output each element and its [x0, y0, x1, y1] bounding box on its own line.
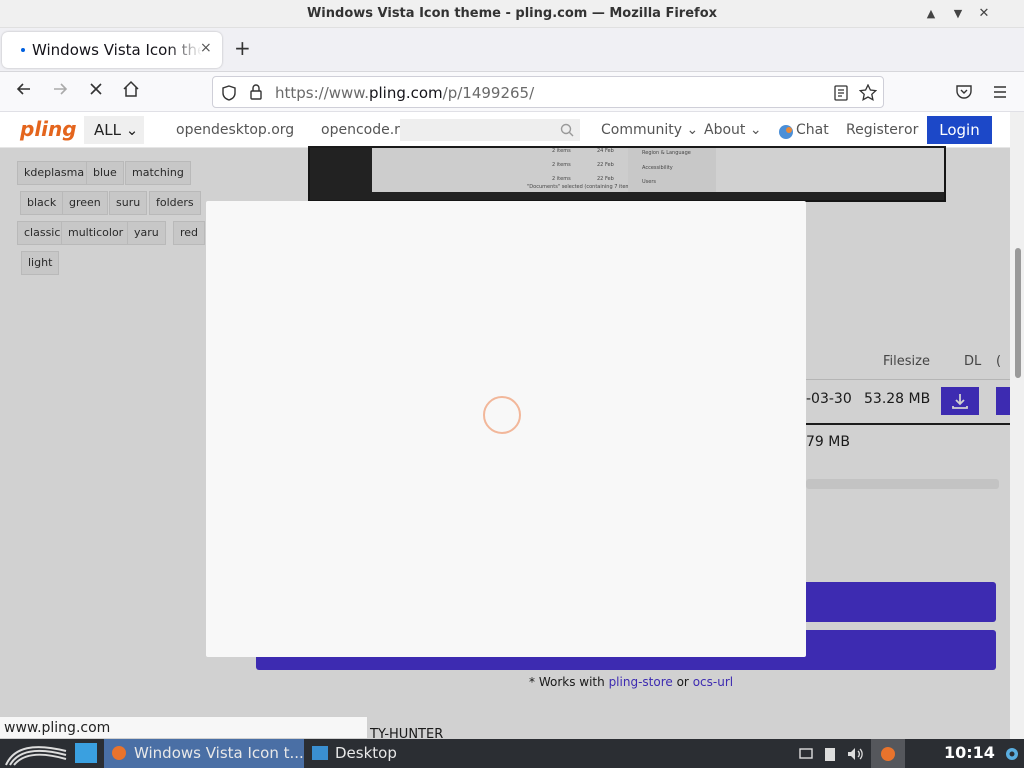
forward-button[interactable]	[48, 80, 72, 104]
taskbar-window-title: Desktop	[335, 744, 397, 762]
settings-gear-icon[interactable]	[1002, 744, 1022, 764]
web-page: pling ALL ⌄ opendesktop.org opencode.r C…	[0, 112, 1024, 739]
register-link[interactable]: Register	[846, 122, 904, 138]
taskbar-firefox-window[interactable]: Windows Vista Icon t...	[104, 739, 304, 768]
close-window-button[interactable]: ✕	[976, 6, 992, 22]
maximize-button[interactable]: ▼	[950, 6, 966, 22]
search-icon[interactable]	[560, 123, 574, 137]
forward-arrow-icon	[54, 83, 68, 95]
all-dropdown[interactable]: ALL ⌄	[84, 116, 144, 144]
taskbar-desktop-window[interactable]: Desktop	[306, 739, 456, 768]
window-title: Windows Vista Icon theme - pling.com — M…	[306, 6, 718, 21]
taskbar-window-title: Windows Vista Icon t...	[134, 744, 304, 762]
tab-active[interactable]: Windows Vista Icon theme - pling.com ×	[2, 32, 222, 68]
stop-x-icon	[90, 83, 102, 95]
show-desktop-icon[interactable]	[75, 743, 97, 763]
shield-icon[interactable]	[221, 85, 237, 101]
page-scrollbar[interactable]	[1010, 112, 1024, 739]
menu-community[interactable]: Community ⌄	[601, 122, 698, 138]
taskbar: Windows Vista Icon t... Desktop 10:14	[0, 739, 1024, 768]
link-opendesktop[interactable]: opendesktop.org	[176, 122, 294, 138]
pocket-icon[interactable]	[955, 83, 973, 101]
url-domain: pling.com	[368, 84, 443, 102]
scrollbar-thumb[interactable]	[1015, 248, 1021, 378]
menu-about[interactable]: About ⌄	[704, 122, 762, 138]
tab-title: Windows Vista Icon theme - pling.com	[32, 41, 202, 59]
login-button[interactable]: Login	[927, 116, 992, 144]
back-arrow-icon	[16, 83, 30, 95]
status-url-tooltip: www.pling.com	[0, 716, 368, 739]
url-prefix: https://www.	[275, 84, 369, 102]
loading-dot-icon	[21, 48, 25, 52]
back-button[interactable]	[12, 80, 36, 104]
start-menu-icon[interactable]	[4, 741, 68, 767]
url-path: /p/1499265/	[442, 84, 535, 102]
clock[interactable]: 10:14	[944, 743, 995, 762]
reader-view-icon[interactable]	[833, 85, 849, 101]
home-icon	[123, 80, 139, 97]
chat-globe-icon[interactable]	[777, 123, 795, 141]
new-tab-button[interactable]: +	[234, 36, 251, 60]
minimize-button[interactable]: ▲	[923, 6, 939, 22]
loading-modal	[206, 201, 806, 657]
pling-logo[interactable]: pling	[20, 117, 77, 143]
tab-close-button[interactable]: ×	[200, 40, 212, 56]
home-button[interactable]	[119, 80, 143, 104]
url-bar[interactable]: https://www.pling.com/p/1499265/	[212, 76, 884, 108]
or-text: or	[904, 122, 919, 138]
clipboard-icon[interactable]	[822, 746, 838, 762]
lock-icon[interactable]	[249, 84, 263, 101]
tab-bar: Windows Vista Icon theme - pling.com × +	[0, 28, 1024, 72]
firefox-tray-icon	[881, 747, 895, 761]
menu-chat[interactable]: Chat	[796, 122, 829, 138]
site-header: pling ALL ⌄ opendesktop.org opencode.r C…	[0, 112, 1010, 148]
site-search-input[interactable]	[400, 119, 580, 141]
window-titlebar: Windows Vista Icon theme - pling.com — M…	[0, 0, 1024, 28]
tray-firefox-button[interactable]	[871, 739, 905, 768]
window-list-icon[interactable]	[798, 746, 814, 762]
loading-spinner-icon	[483, 396, 521, 434]
navigation-bar: https://www.pling.com/p/1499265/	[0, 72, 1024, 112]
url-text[interactable]: https://www.pling.com/p/1499265/	[275, 84, 534, 102]
menu-hamburger-icon[interactable]	[991, 83, 1009, 101]
bookmark-star-icon[interactable]	[859, 84, 877, 102]
firefox-icon	[112, 746, 126, 760]
desktop-icon	[312, 746, 328, 760]
volume-icon[interactable]	[846, 746, 864, 762]
stop-button[interactable]	[84, 80, 108, 104]
link-opencode[interactable]: opencode.r	[321, 122, 400, 138]
